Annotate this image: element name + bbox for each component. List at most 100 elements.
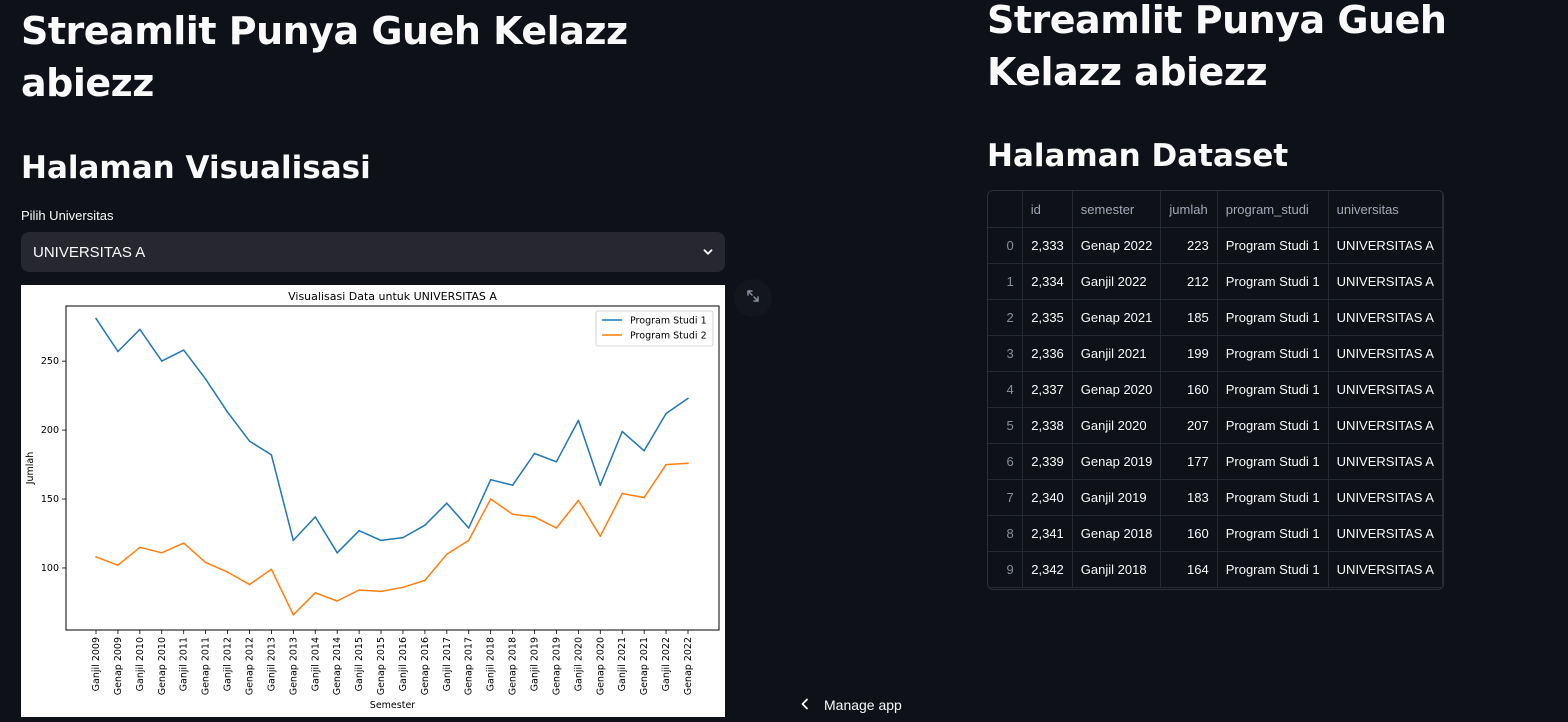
section-title: Halaman Visualisasi: [21, 150, 371, 186]
table-cell[interactable]: 177: [1160, 443, 1218, 480]
table-cell[interactable]: UNIVERSITAS A: [1328, 371, 1443, 408]
table-cell[interactable]: Ganjil 2022: [1072, 263, 1162, 300]
manage-app-button[interactable]: Manage app: [800, 694, 902, 716]
table-cell[interactable]: 2,337: [1022, 371, 1073, 408]
table-cell[interactable]: 4: [988, 371, 1023, 408]
table-cell[interactable]: 199: [1160, 335, 1218, 372]
table-cell[interactable]: Genap 2022: [1072, 227, 1162, 264]
table-cell[interactable]: Program Studi 1: [1217, 407, 1329, 444]
table-cell[interactable]: Program Studi 1: [1217, 335, 1329, 372]
column-header[interactable]: jumlah: [1160, 191, 1218, 228]
data-point: [204, 561, 207, 564]
table-cell[interactable]: 0: [988, 227, 1023, 264]
table-cell[interactable]: Program Studi 1: [1217, 371, 1329, 408]
table-cell[interactable]: 164: [1160, 551, 1218, 588]
table-row[interactable]: 4 2,337 Genap 2020 160 Program Studi 1 UNIVER…: [988, 371, 1443, 408]
column-header[interactable]: program_studi: [1217, 191, 1329, 228]
table-cell[interactable]: 2,336: [1022, 335, 1073, 372]
data-point: [270, 568, 273, 571]
table-cell[interactable]: Genap 2019: [1072, 443, 1162, 480]
data-point: [599, 484, 602, 487]
data-point: [248, 583, 251, 586]
chevron-down-icon: [703, 244, 713, 261]
x-tick-label: Genap 2022: [683, 637, 694, 695]
table-cell[interactable]: UNIVERSITAS A: [1328, 263, 1443, 300]
table-cell[interactable]: Program Studi 1: [1217, 443, 1329, 480]
table-cell[interactable]: UNIVERSITAS A: [1328, 479, 1443, 516]
table-cell[interactable]: 5: [988, 407, 1023, 444]
table-cell[interactable]: 2,341: [1022, 515, 1073, 552]
table-cell[interactable]: 2,342: [1022, 551, 1073, 588]
table-cell[interactable]: 160: [1160, 515, 1218, 552]
table-row[interactable]: 5 2,338 Ganjil 2020 207 Program Studi 1 UNIVE…: [988, 407, 1443, 444]
table-cell[interactable]: 207: [1160, 407, 1218, 444]
table-cell[interactable]: 3: [988, 335, 1023, 372]
data-point: [182, 349, 185, 351]
table-cell[interactable]: 9: [988, 551, 1023, 588]
table-cell[interactable]: 212: [1160, 263, 1218, 300]
table-cell[interactable]: 7: [988, 479, 1023, 516]
table-cell[interactable]: 8: [988, 515, 1023, 552]
dataset-table[interactable]: id semester jumlah program_studi universitas…: [987, 190, 1444, 590]
table-cell[interactable]: 2,334: [1022, 263, 1073, 300]
table-row[interactable]: 8 2,341 Genap 2018 160 Program Studi 1 UNIVER…: [988, 515, 1443, 552]
table-cell[interactable]: Ganjil 2021: [1072, 335, 1162, 372]
x-tick-label: Genap 2010: [157, 637, 168, 695]
data-point: [336, 551, 338, 554]
table-cell[interactable]: Program Studi 1: [1217, 263, 1329, 300]
table-row[interactable]: 3 2,336 Ganjil 2021 199 Program Studi 1 UNIVE…: [988, 335, 1443, 372]
table-cell[interactable]: 2,335: [1022, 299, 1073, 336]
x-tick-label: Genap 2009: [113, 637, 124, 695]
table-row[interactable]: 2 2,335 Genap 2021 185 Program Studi 1 UNIVER…: [988, 299, 1443, 336]
fullscreen-button[interactable]: [734, 279, 772, 317]
table-cell[interactable]: 2,339: [1022, 443, 1073, 480]
table-cell[interactable]: Ganjil 2020: [1072, 407, 1162, 444]
table-cell[interactable]: 185: [1160, 299, 1218, 336]
table-cell[interactable]: Ganjil 2019: [1072, 479, 1162, 516]
x-tick-label: Genap 2014: [332, 637, 343, 695]
table-cell[interactable]: UNIVERSITAS A: [1328, 335, 1443, 372]
table-row[interactable]: 7 2,340 Ganjil 2019 183 Program Studi 1 UNIVE…: [988, 479, 1443, 516]
x-tick-label: Ganjil 2019: [530, 637, 541, 691]
table-cell[interactable]: Genap 2020: [1072, 371, 1162, 408]
table-cell[interactable]: 160: [1160, 371, 1218, 408]
column-header[interactable]: semester: [1072, 191, 1162, 228]
table-cell[interactable]: Program Studi 1: [1217, 227, 1329, 264]
table-cell[interactable]: 223: [1160, 227, 1218, 264]
table-cell[interactable]: 1: [988, 263, 1023, 300]
table-cell[interactable]: 2: [988, 299, 1023, 336]
table-cell[interactable]: Genap 2021: [1072, 299, 1162, 336]
table-cell[interactable]: 2,340: [1022, 479, 1073, 516]
table-cell[interactable]: 2,338: [1022, 407, 1073, 444]
table-cell[interactable]: Program Studi 1: [1217, 479, 1329, 516]
data-point: [336, 600, 338, 602]
table-row[interactable]: 1 2,334 Ganjil 2022 212 Program Studi 1 UNIVE…: [988, 263, 1443, 300]
data-point: [139, 546, 141, 549]
table-cell[interactable]: UNIVERSITAS A: [1328, 551, 1443, 588]
table-cell[interactable]: 183: [1160, 479, 1218, 516]
table-cell[interactable]: Genap 2018: [1072, 515, 1162, 552]
table-row[interactable]: 0 2,333 Genap 2022 223 Program Studi 1 UNIVER…: [988, 227, 1443, 264]
table-cell[interactable]: Program Studi 1: [1217, 551, 1329, 588]
data-point: [226, 411, 229, 413]
table-row[interactable]: 9 2,342 Ganjil 2018 164 Program Studi 1 UNIVE…: [988, 551, 1443, 588]
table-cell[interactable]: UNIVERSITAS A: [1328, 299, 1443, 336]
data-point: [358, 589, 360, 591]
table-cell[interactable]: UNIVERSITAS A: [1328, 443, 1443, 480]
table-cell[interactable]: Program Studi 1: [1217, 299, 1329, 336]
university-select[interactable]: UNIVERSITAS A: [21, 232, 725, 272]
data-point: [555, 527, 558, 529]
table-cell[interactable]: Program Studi 1: [1217, 515, 1329, 552]
table-cell[interactable]: UNIVERSITAS A: [1328, 227, 1443, 264]
table-cell[interactable]: UNIVERSITAS A: [1328, 407, 1443, 444]
x-tick-label: Ganjil 2016: [398, 637, 409, 691]
table-cell[interactable]: 6: [988, 443, 1023, 480]
data-point: [358, 529, 360, 532]
column-header[interactable]: universitas: [1328, 191, 1443, 228]
column-header[interactable]: id: [1022, 191, 1073, 228]
table-cell[interactable]: UNIVERSITAS A: [1328, 515, 1443, 552]
table-row[interactable]: 6 2,339 Genap 2019 177 Program Studi 1 UNIVER…: [988, 443, 1443, 480]
table-cell[interactable]: Ganjil 2018: [1072, 551, 1162, 588]
table-cell[interactable]: 2,333: [1022, 227, 1073, 264]
data-point: [665, 412, 667, 415]
